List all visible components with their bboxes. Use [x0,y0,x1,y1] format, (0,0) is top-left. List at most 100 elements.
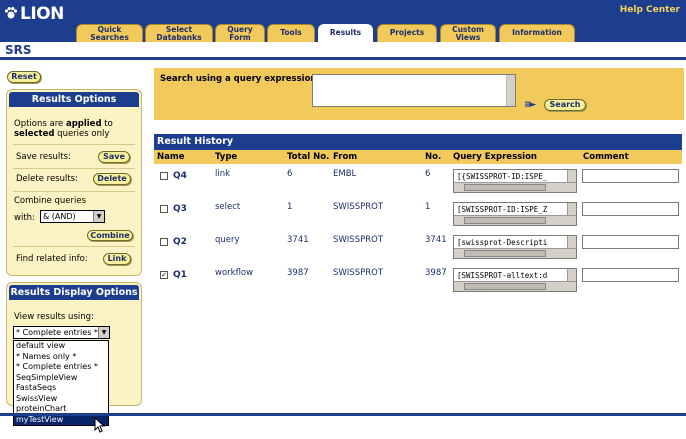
results-options-note: Options are applied to selected queries o… [14,119,113,139]
view-results-label: View results using: [14,312,94,322]
query-from: SWISSPROT [333,202,384,212]
query-name[interactable]: Q2 [173,237,187,247]
query-total: 6 [287,169,293,179]
column-header-total: Total No. [287,152,330,162]
section-bar: SRS [0,42,686,60]
page-title: SRS [5,43,32,57]
link-button[interactable]: Link [103,253,131,265]
tab-quick-searches[interactable]: Quick Searches [76,24,143,42]
row-checkbox[interactable] [160,238,168,246]
save-results-label: Save results: [16,152,71,162]
row-checkbox[interactable]: ✓ [160,271,168,279]
footer-bar [0,413,686,416]
chevron-down-icon: ▼ [93,211,104,222]
tab-tools[interactable]: Tools [267,24,315,42]
scrollbar[interactable] [567,203,576,215]
delete-results-label: Delete results: [16,174,78,184]
top-bar: LION Help Center Quick Searches Select Dat… [0,0,686,43]
result-history-title: Result History [154,134,682,150]
query-total: 3741 [287,235,309,245]
help-center-link[interactable]: Help Center [620,5,680,15]
tab-information[interactable]: Information [499,24,575,42]
combine-button[interactable]: Combine [87,230,133,241]
table-row: Q4 link 6 EMBL 6 [{SWISSPROT-ID:ISPE_ [154,166,682,199]
comment-input[interactable] [582,268,679,282]
query-expression-box[interactable]: [{SWISSPROT-ID:ISPE_ [453,169,577,193]
scrollbar[interactable] [567,236,576,248]
query-name[interactable]: Q3 [173,204,187,214]
scrollbar-thumb[interactable] [464,250,546,257]
query-name[interactable]: Q4 [173,171,187,181]
tab-query-form[interactable]: Query Form [215,24,265,42]
scrollbar-thumb[interactable] [464,283,546,290]
comment-input[interactable] [582,169,679,183]
combine-operator-select[interactable]: & (AND) ▼ [40,210,105,223]
query-type: workflow [215,268,254,278]
scrollbar[interactable] [454,182,576,192]
view-option[interactable]: SeqSimpleView [14,373,108,384]
combine-queries-label: Combine queries [14,196,87,206]
tab-custom-views[interactable]: Custom Views [440,24,496,42]
tab-results[interactable]: Results [318,24,373,43]
view-option[interactable]: * Complete entries * [14,362,108,373]
table-row: ✓ Q1 workflow 3987 SWISSPROT 3987 [SWISSPROT-a… [154,265,682,298]
combine-with-label: with: [14,213,35,223]
tab-projects[interactable]: Projects [377,24,437,42]
delete-button[interactable]: Delete [93,173,131,185]
query-count: 6 [425,169,431,179]
row-checkbox[interactable] [160,205,168,213]
view-option[interactable]: default view [14,341,108,352]
query-expression-box[interactable]: [swissprot-Descripti [453,235,577,259]
logo-text: LION [20,4,64,24]
query-from: SWISSPROT [333,235,384,245]
view-option[interactable]: SwissView [14,394,108,405]
arrow-right-icon: ≡► [524,100,537,110]
query-from: EMBL [333,169,357,179]
query-name[interactable]: Q1 [173,270,187,280]
query-expression-box[interactable]: [SWISSPROT-ID:ISPE_Z [453,202,577,226]
result-history-header: Name Type Total No. From No. Query Expre… [154,150,682,164]
save-button[interactable]: Save [98,151,130,163]
view-option[interactable]: * Names only * [14,352,108,363]
column-header-type: Type [215,152,238,162]
query-expression-text: [SWISSPROT-ID:ISPE_Z [457,205,548,214]
scrollbar[interactable] [567,269,576,281]
query-expression-box[interactable]: [SWISSPROT-alltext:d [453,268,577,292]
column-header-query-expression: Query Expression [453,152,537,162]
results-options-panel: Results Options Options are applied to se… [6,89,142,276]
view-option[interactable]: FastaSeqs [14,383,108,394]
scrollbar[interactable] [454,281,576,291]
view-results-select[interactable]: * Complete entries * ▼ [13,326,110,339]
scrollbar[interactable] [454,248,576,258]
query-type: query [215,235,240,245]
column-header-from: From [333,152,358,162]
divider [13,191,135,192]
display-options-title: Results Display Options [9,285,139,300]
comment-input[interactable] [582,235,679,249]
query-expression-text: [SWISSPROT-alltext:d [457,271,548,280]
query-expression-text: [swissprot-Descripti [457,238,548,247]
comment-input[interactable] [582,202,679,216]
column-header-name: Name [157,152,185,162]
scrollbar-thumb[interactable] [464,184,546,191]
scrollbar[interactable] [506,75,515,106]
search-area: Search using a query expression: ≡► Sear… [154,68,684,120]
column-header-no: No. [425,152,442,162]
query-count: 3987 [425,268,447,278]
query-expression-input[interactable] [312,74,516,107]
divider [13,246,135,247]
chevron-down-icon: ▼ [98,327,109,338]
column-header-comment: Comment [583,152,629,162]
divider [13,168,135,169]
search-button[interactable]: Search [544,99,586,111]
scrollbar[interactable] [454,215,576,225]
scrollbar[interactable] [567,170,576,182]
reset-button[interactable]: Reset [7,71,41,83]
scrollbar-thumb[interactable] [464,217,546,224]
mouse-pointer-icon [94,417,106,433]
row-checkbox[interactable] [160,172,168,180]
paw-icon [4,7,18,19]
divider [13,144,135,145]
tab-select-databanks[interactable]: Select Databanks [145,24,213,42]
query-total: 1 [287,202,293,212]
